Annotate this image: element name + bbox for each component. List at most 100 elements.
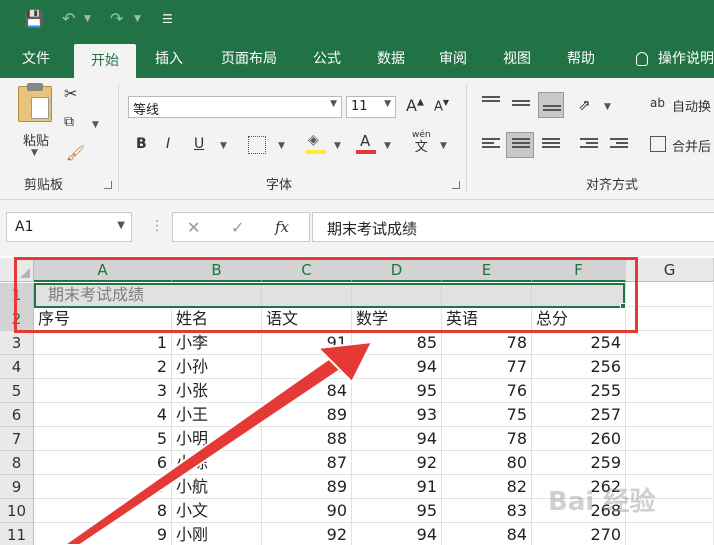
- row-header-4[interactable]: 4: [0, 355, 34, 379]
- tab-tell-me[interactable]: 操作说明: [658, 40, 714, 78]
- cell-c5[interactable]: 84: [262, 379, 352, 403]
- bold-button[interactable]: B: [136, 136, 147, 152]
- phonetic-dropdown-icon[interactable]: ▼: [440, 141, 447, 151]
- cell-a5[interactable]: 3: [34, 379, 172, 403]
- fill-color-icon[interactable]: ◈: [306, 132, 326, 154]
- paste-button-label[interactable]: 粘贴: [18, 130, 54, 149]
- align-left-icon[interactable]: [482, 138, 500, 152]
- cell-b10[interactable]: 小文: [172, 499, 262, 523]
- cell-c10[interactable]: 90: [262, 499, 352, 523]
- tab-page-layout[interactable]: 页面布局: [208, 40, 290, 78]
- decrease-indent-icon[interactable]: [580, 138, 598, 152]
- row-header-8[interactable]: 8: [0, 451, 34, 475]
- cell-e5[interactable]: 76: [442, 379, 532, 403]
- cell-c9[interactable]: 89: [262, 475, 352, 499]
- cell-f6[interactable]: 257: [532, 403, 626, 427]
- column-header-g[interactable]: G: [626, 258, 714, 282]
- cell-d8[interactable]: 92: [352, 451, 442, 475]
- paste-icon[interactable]: [18, 83, 52, 122]
- row-header-5[interactable]: 5: [0, 379, 34, 403]
- cell-d7[interactable]: 94: [352, 427, 442, 451]
- cell-a3[interactable]: 1: [34, 331, 172, 355]
- merge-center-button[interactable]: 合并后: [672, 136, 711, 155]
- cut-icon[interactable]: ✂: [64, 84, 77, 103]
- row-header-6[interactable]: 6: [0, 403, 34, 427]
- name-box[interactable]: A1 ▼: [6, 212, 132, 242]
- font-color-dropdown-icon[interactable]: ▼: [384, 141, 391, 151]
- cell-a4[interactable]: 2: [34, 355, 172, 379]
- cell-e9[interactable]: 82: [442, 475, 532, 499]
- cell-f11[interactable]: 270: [532, 523, 626, 545]
- italic-button[interactable]: I: [166, 136, 170, 152]
- copy-icon[interactable]: ⧉: [64, 114, 74, 130]
- cell-c4[interactable]: 85: [262, 355, 352, 379]
- redo-icon[interactable]: ↷: [110, 9, 123, 28]
- cell-f7[interactable]: 260: [532, 427, 626, 451]
- cell-e6[interactable]: 75: [442, 403, 532, 427]
- cell-e11[interactable]: 84: [442, 523, 532, 545]
- cell-f5[interactable]: 255: [532, 379, 626, 403]
- cell-g11[interactable]: [626, 523, 714, 545]
- tab-view[interactable]: 视图: [492, 40, 542, 78]
- borders-icon[interactable]: [248, 136, 266, 154]
- cell-c7[interactable]: 88: [262, 427, 352, 451]
- grow-font-button[interactable]: A▲: [406, 96, 424, 115]
- tab-data[interactable]: 数据: [366, 40, 416, 78]
- row-header-3[interactable]: 3: [0, 331, 34, 355]
- cell-f8[interactable]: 259: [532, 451, 626, 475]
- cell-d10[interactable]: 95: [352, 499, 442, 523]
- tab-help[interactable]: 帮助: [556, 40, 606, 78]
- customize-toolbar-icon[interactable]: ☰: [162, 12, 173, 26]
- font-color-icon[interactable]: A: [356, 132, 376, 154]
- row-header-10[interactable]: 10: [0, 499, 34, 523]
- cell-a10[interactable]: 8: [34, 499, 172, 523]
- wrap-text-button[interactable]: 自动换: [672, 96, 711, 115]
- cell-a6[interactable]: 4: [34, 403, 172, 427]
- cell-g8[interactable]: [626, 451, 714, 475]
- cell-d11[interactable]: 94: [352, 523, 442, 545]
- font-name-select[interactable]: 等线 ▼: [128, 96, 342, 118]
- undo-icon[interactable]: ↶: [62, 9, 75, 28]
- cell-e3[interactable]: 78: [442, 331, 532, 355]
- cell-g7[interactable]: [626, 427, 714, 451]
- wrap-text-icon[interactable]: ab: [650, 96, 665, 110]
- formula-bar-grip-icon[interactable]: ⋮: [150, 218, 164, 234]
- middle-align-icon[interactable]: [512, 100, 530, 114]
- cell-b5[interactable]: 小张: [172, 379, 262, 403]
- underline-dropdown-icon[interactable]: ▼: [220, 141, 227, 151]
- orientation-icon[interactable]: ⇗: [578, 96, 591, 114]
- cell-a7[interactable]: 5: [34, 427, 172, 451]
- cell-e10[interactable]: 83: [442, 499, 532, 523]
- cell-b6[interactable]: 小王: [172, 403, 262, 427]
- cell-g2[interactable]: [626, 307, 714, 331]
- tab-insert[interactable]: 插入: [142, 40, 196, 78]
- redo-dropdown-icon[interactable]: ▼: [134, 14, 141, 24]
- tab-review[interactable]: 审阅: [428, 40, 478, 78]
- cell-g6[interactable]: [626, 403, 714, 427]
- format-painter-icon[interactable]: 🖌: [66, 144, 85, 162]
- cell-f3[interactable]: 254: [532, 331, 626, 355]
- cell-e7[interactable]: 78: [442, 427, 532, 451]
- orientation-dropdown-icon[interactable]: ▼: [604, 102, 611, 112]
- cell-b7[interactable]: 小明: [172, 427, 262, 451]
- tab-formulas[interactable]: 公式: [302, 40, 352, 78]
- shrink-font-button[interactable]: A▼: [434, 98, 449, 114]
- cell-b11[interactable]: 小刚: [172, 523, 262, 545]
- row-header-7[interactable]: 7: [0, 427, 34, 451]
- tab-file[interactable]: 文件: [8, 40, 64, 78]
- cell-g1[interactable]: [626, 283, 714, 307]
- cell-a11[interactable]: 9: [34, 523, 172, 545]
- increase-indent-icon[interactable]: [610, 138, 628, 152]
- clipboard-launcher-icon[interactable]: [104, 181, 112, 189]
- cell-b4[interactable]: 小孙: [172, 355, 262, 379]
- cell-g3[interactable]: [626, 331, 714, 355]
- borders-dropdown-icon[interactable]: ▼: [278, 141, 285, 151]
- undo-dropdown-icon[interactable]: ▼: [84, 14, 91, 24]
- align-right-icon[interactable]: [542, 138, 560, 152]
- cell-b3[interactable]: 小李: [172, 331, 262, 355]
- save-icon[interactable]: 💾: [24, 9, 44, 28]
- row-header-11[interactable]: 11: [0, 523, 34, 545]
- cell-d5[interactable]: 95: [352, 379, 442, 403]
- bottom-align-button[interactable]: [538, 92, 564, 118]
- cancel-icon[interactable]: ✕: [187, 218, 200, 237]
